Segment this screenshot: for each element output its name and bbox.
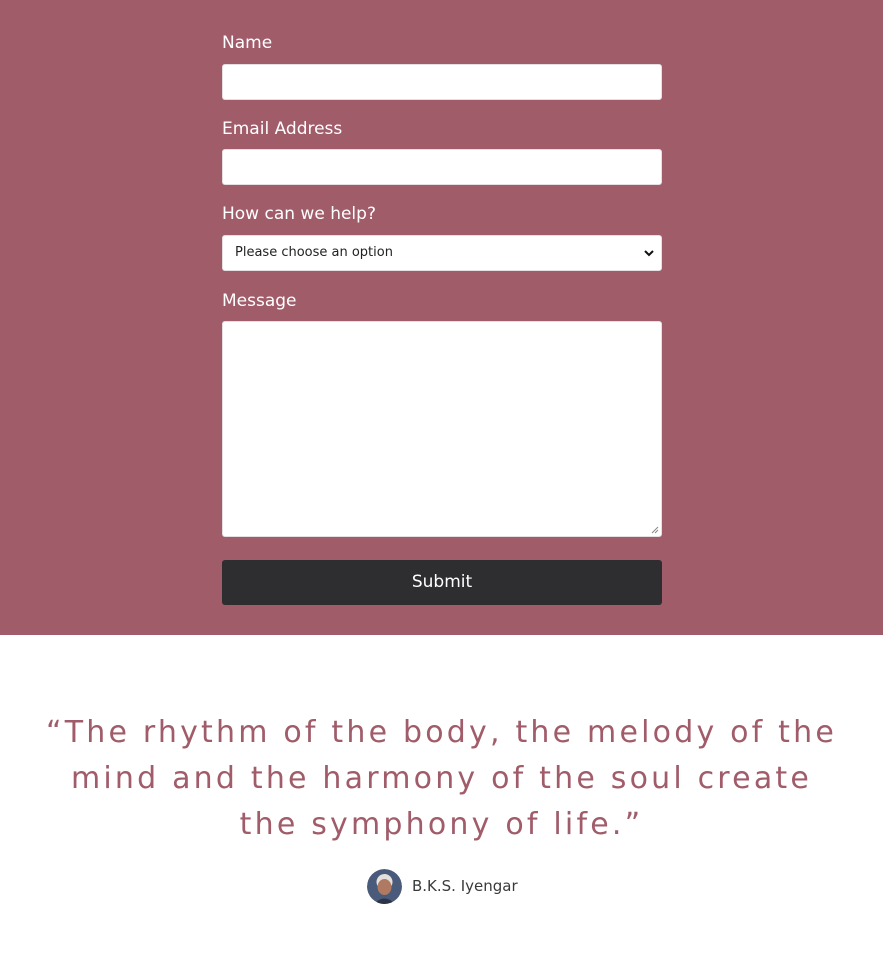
- email-label: Email Address: [222, 119, 343, 139]
- submit-button[interactable]: Submit: [222, 560, 662, 605]
- resize-handle-icon[interactable]: [651, 526, 659, 534]
- author-avatar: [367, 868, 402, 904]
- testimonial-author: B.K.S. Iyengar: [367, 868, 518, 904]
- message-label: Message: [222, 291, 297, 311]
- name-label: Name: [222, 33, 273, 53]
- help-label: How can we help?: [222, 204, 376, 224]
- name-input[interactable]: [222, 64, 662, 100]
- contact-form-section: Name Email Address How can we help? Plea…: [0, 0, 883, 635]
- help-select-value: Please choose an option: [235, 245, 393, 260]
- email-input[interactable]: [222, 149, 662, 185]
- help-select[interactable]: Please choose an option: [222, 235, 662, 271]
- chevron-down-icon: [644, 250, 654, 257]
- author-name: B.K.S. Iyengar: [412, 877, 518, 895]
- testimonial-quote: “The rhythm of the body, the melody of t…: [45, 715, 838, 842]
- author-portrait-icon: [367, 868, 402, 904]
- message-textarea[interactable]: [222, 321, 662, 537]
